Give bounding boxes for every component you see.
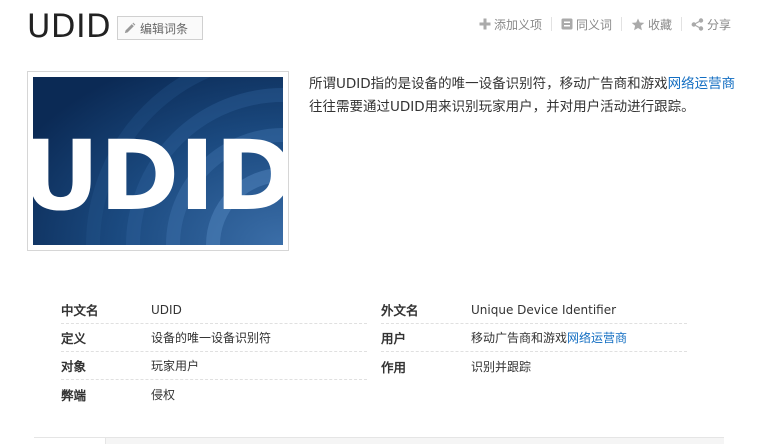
entry-image[interactable]: UDID xyxy=(27,71,289,251)
info-value: 识别并跟踪 xyxy=(471,359,532,374)
info-key: 中文名 xyxy=(61,303,99,318)
info-key: 弊端 xyxy=(61,387,87,403)
share-icon xyxy=(691,17,704,31)
info-row-function: 作用 识别并跟踪 xyxy=(381,352,687,380)
info-row-target: 对象 玩家用户 xyxy=(61,352,367,380)
edit-entry-label: 编辑词条 xyxy=(140,21,189,36)
synonym-icon xyxy=(561,18,573,30)
synonym-button[interactable]: 同义词 xyxy=(552,15,621,33)
favorite-label: 收藏 xyxy=(647,17,672,32)
udid-logo-text: UDID xyxy=(33,120,283,232)
basic-info-left-column: 中文名 UDID 定义 设备的唯一设备识别符 对象 玩家用户 弊端 侵权 xyxy=(61,296,367,408)
catalog-tab-bar xyxy=(34,437,724,444)
info-key: 对象 xyxy=(61,359,87,374)
share-button[interactable]: 分享 xyxy=(682,15,740,33)
info-key: 用户 xyxy=(381,331,407,346)
star-icon xyxy=(631,18,645,30)
favorite-button[interactable]: 收藏 xyxy=(622,15,681,33)
info-value: 侵权 xyxy=(151,387,176,402)
pencil-icon xyxy=(124,22,136,33)
catalog-tab[interactable] xyxy=(34,437,106,444)
info-key: 外文名 xyxy=(381,303,419,318)
basic-info-right-column: 外文名 Unique Device Identifier 用户 移动广告商和游戏… xyxy=(381,296,687,380)
summary-text-2: 往往需要通过UDID用来识别玩家用户，并对用户活动进行跟踪。 xyxy=(309,99,695,115)
network-operator-link[interactable]: 网络运营商 xyxy=(567,331,627,345)
add-sense-label: 添加义项 xyxy=(493,17,542,32)
add-sense-button[interactable]: 添加义项 xyxy=(470,15,551,33)
info-value: UDID xyxy=(151,302,182,317)
plus-icon xyxy=(479,18,491,30)
share-label: 分享 xyxy=(706,17,731,32)
entry-summary: 所谓UDID指的是设备的唯一设备识别符，移动广告商和游戏网络运营商往往需要通过U… xyxy=(309,73,741,119)
page-title: UDID xyxy=(27,7,112,45)
info-key: 作用 xyxy=(381,359,407,375)
entry-toolbar: 添加义项 同义词 收藏 分享 xyxy=(470,15,740,33)
info-value-text: 移动广告商和游戏 xyxy=(471,331,568,345)
info-row-definition: 定义 设备的唯一设备识别符 xyxy=(61,324,367,352)
edit-entry-button[interactable]: 编辑词条 xyxy=(117,16,203,40)
info-value: 移动广告商和游戏网络运营商 xyxy=(471,329,627,346)
info-key: 定义 xyxy=(61,331,87,346)
info-row-users: 用户 移动广告商和游戏网络运营商 xyxy=(381,324,687,352)
summary-text-1: 所谓UDID指的是设备的唯一设备识别符，移动广告商和游戏 xyxy=(309,76,668,92)
network-operator-link[interactable]: 网络运营商 xyxy=(668,76,736,92)
info-value: 玩家用户 xyxy=(151,359,200,373)
info-row-drawback: 弊端 侵权 xyxy=(61,380,367,408)
info-row-foreign-name: 外文名 Unique Device Identifier xyxy=(381,296,687,324)
info-value: 设备的唯一设备识别符 xyxy=(151,331,272,345)
synonym-label: 同义词 xyxy=(575,17,612,32)
info-row-chinese-name: 中文名 UDID xyxy=(61,296,367,324)
info-value: Unique Device Identifier xyxy=(471,302,617,317)
udid-logo-image: UDID xyxy=(33,77,283,245)
